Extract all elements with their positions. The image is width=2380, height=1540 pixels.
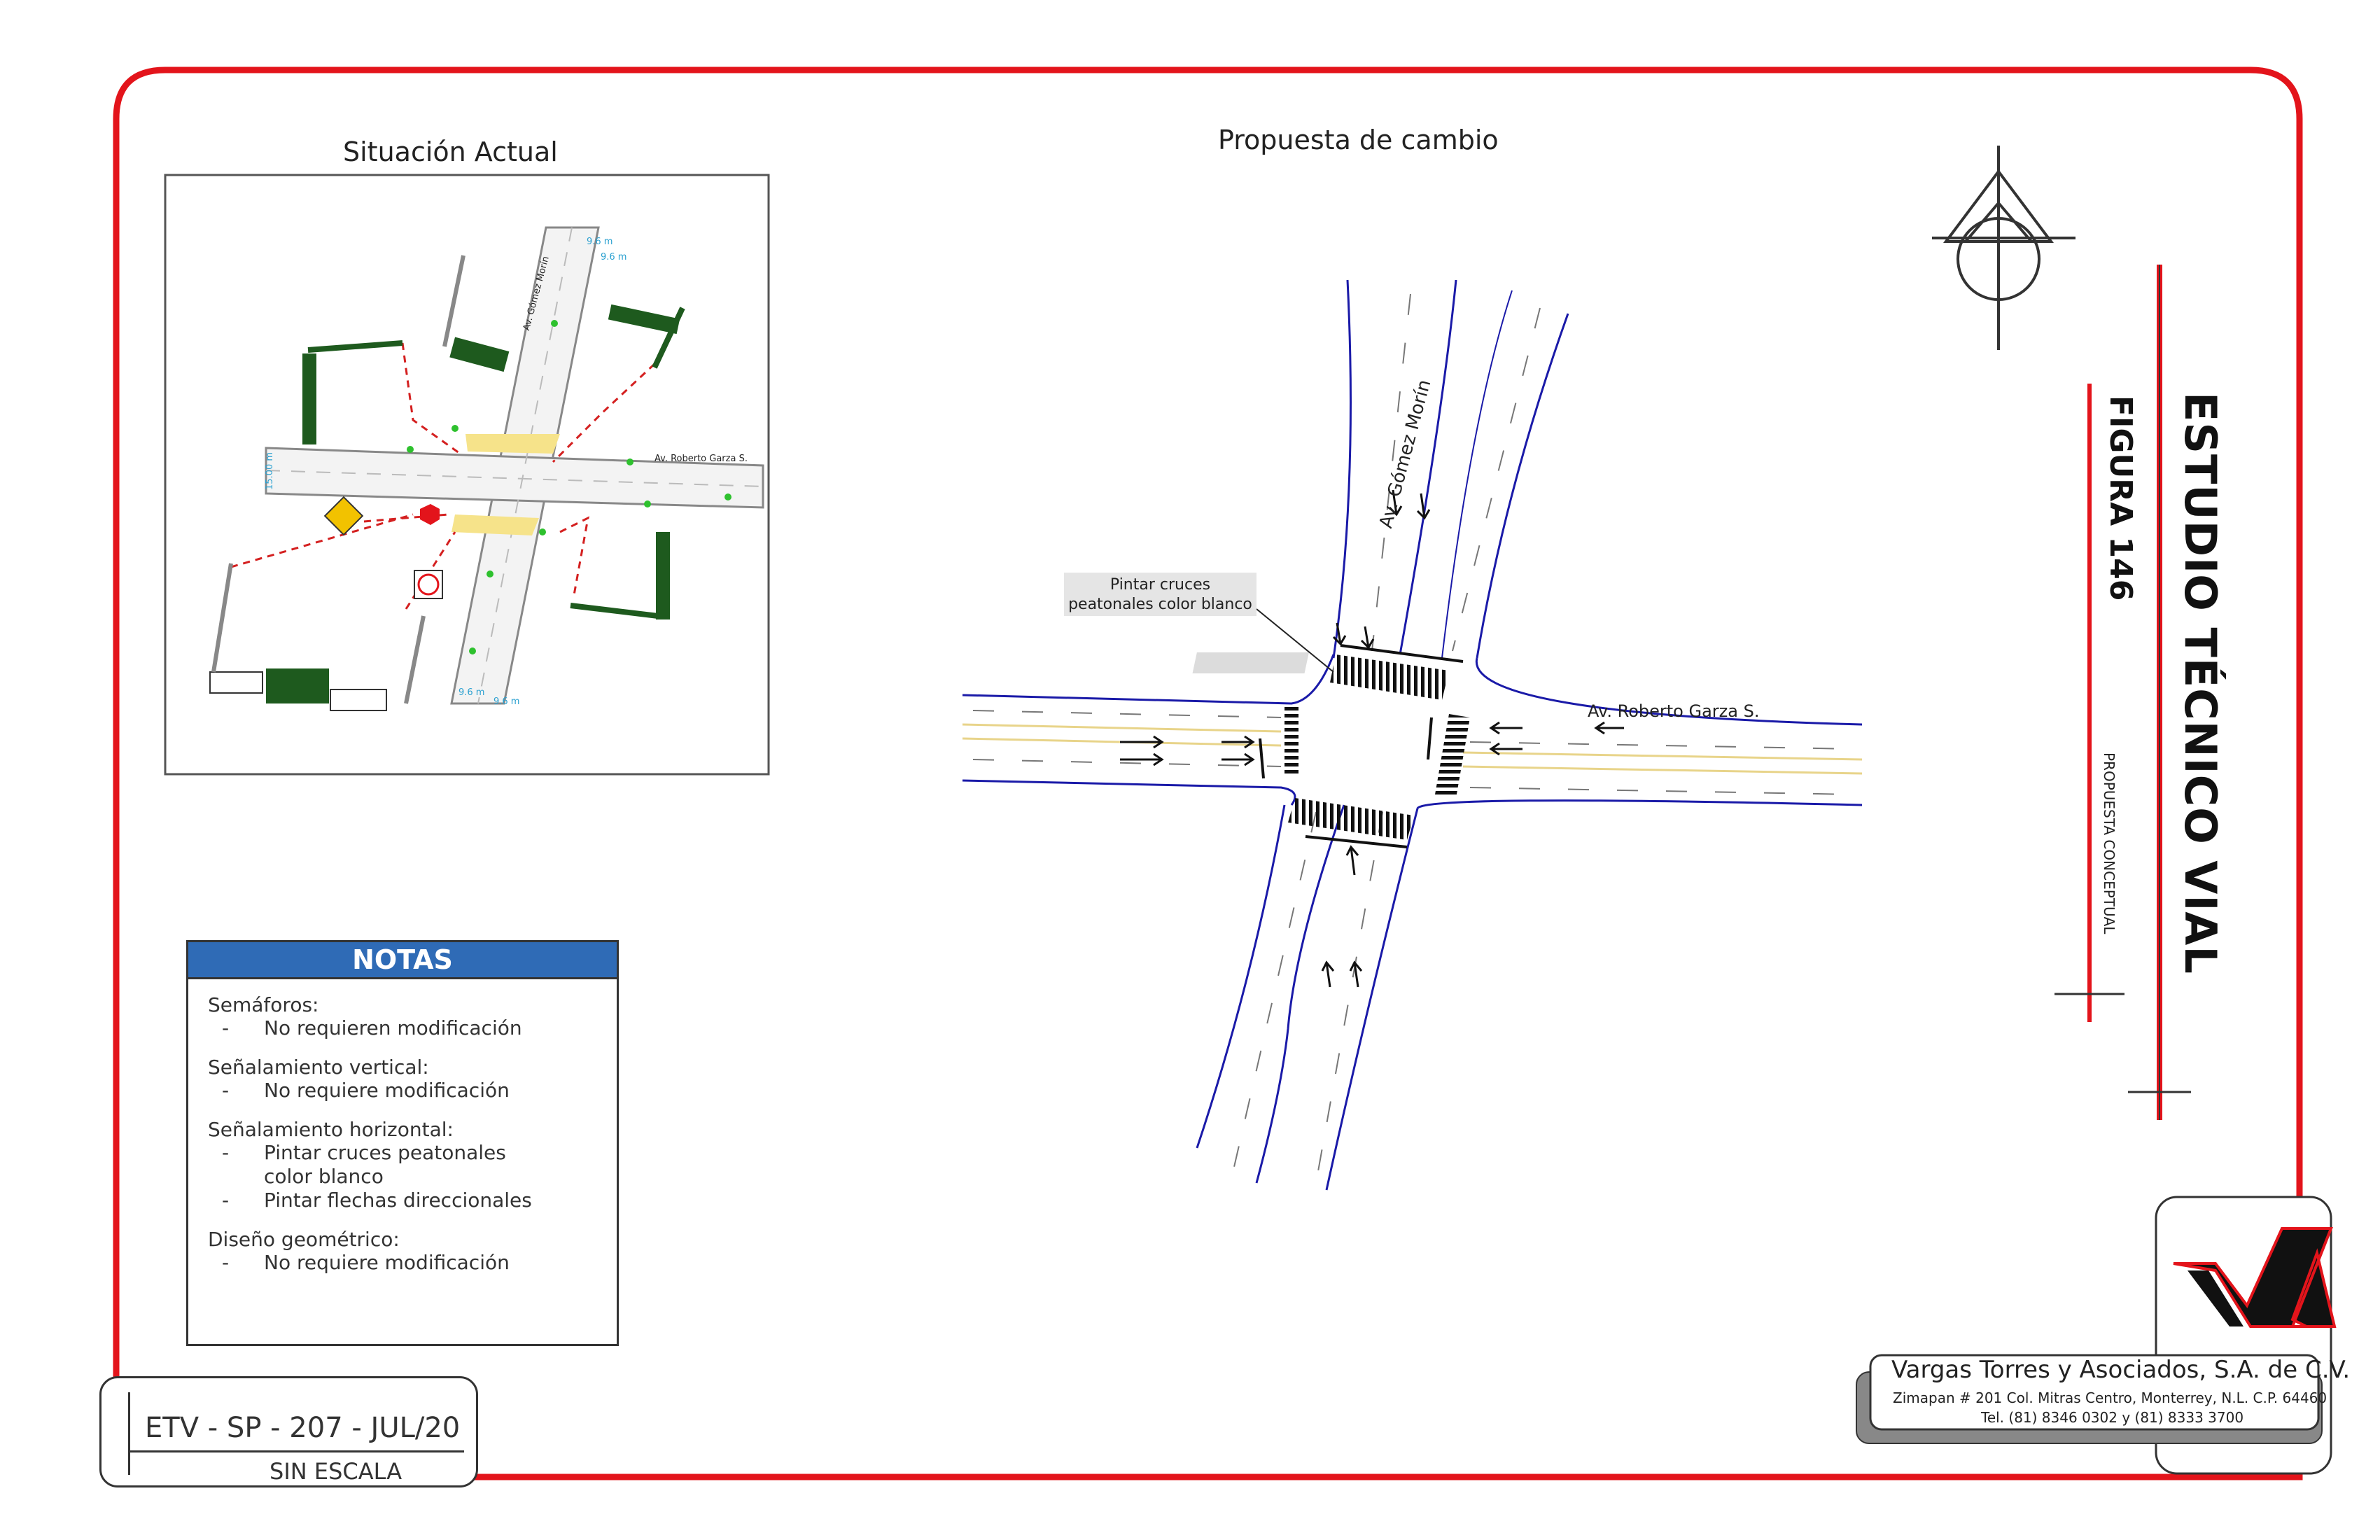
crosswalk-north	[1192, 652, 1309, 673]
figure-title: FIGURA 146	[2103, 396, 2138, 601]
notes-group-title: Diseño geométrico:	[208, 1228, 400, 1251]
notes-item: No requieren modificación	[208, 1016, 597, 1040]
drawing-code: ETV - SP - 207 - JUL/20	[145, 1412, 461, 1444]
notes-item: Pintar flechas direccionales	[208, 1189, 597, 1212]
concept-subtitle: PROPUESTA CONCEPTUAL	[2101, 752, 2118, 934]
drawing-scale: SIN ESCALA	[270, 1458, 402, 1485]
proposal-title: Propuesta de cambio	[1218, 125, 1499, 155]
notes-item: Pintar cruces peatonales color blanco	[208, 1141, 530, 1189]
callout-line-2: peatonales color blanco	[1068, 596, 1252, 613]
current-dim-ew: 15.00 m	[265, 451, 275, 490]
callout-text: Pintar cruces peatonales color blanco	[1064, 575, 1256, 615]
drawing-code-box: ETV - SP - 207 - JUL/20 SIN ESCALA	[99, 1376, 478, 1488]
street-label-ew: Av. Roberto Garza S.	[1588, 701, 1760, 721]
current-dim-4: 9.6 m	[493, 696, 520, 707]
notes-panel: NOTAS Semáforos: No requieren modificaci…	[186, 940, 619, 1346]
company-phone: Tel. (81) 8346 0302 y (81) 8333 3700	[1981, 1409, 2244, 1426]
current-dim-1: 9.6 m	[587, 237, 613, 247]
notes-header: NOTAS	[188, 942, 617, 979]
company-name: Vargas Torres y Asociados, S.A. de C.V.	[1891, 1356, 2351, 1384]
current-dim-2: 9.6 m	[601, 252, 627, 262]
current-dim-3: 9.6 m	[458, 687, 485, 698]
company-address: Zimapan # 201 Col. Mitras Centro, Monter…	[1893, 1390, 2328, 1406]
notes-item: No requiere modificación	[208, 1079, 597, 1102]
north-arrow-icon	[1932, 146, 2076, 350]
current-street-ew: Av. Roberto Garza S.	[654, 454, 748, 464]
current-title: Situación Actual	[343, 136, 558, 167]
notes-group-title: Señalamiento vertical:	[208, 1056, 429, 1079]
notes-group-title: Señalamiento horizontal:	[208, 1118, 454, 1141]
study-title: ESTUDIO TÉCNICO VIAL	[2175, 392, 2226, 974]
notes-item: No requiere modificación	[208, 1251, 597, 1275]
callout-line-1: Pintar cruces	[1110, 576, 1211, 594]
notes-group-title: Semáforos:	[208, 993, 319, 1016]
